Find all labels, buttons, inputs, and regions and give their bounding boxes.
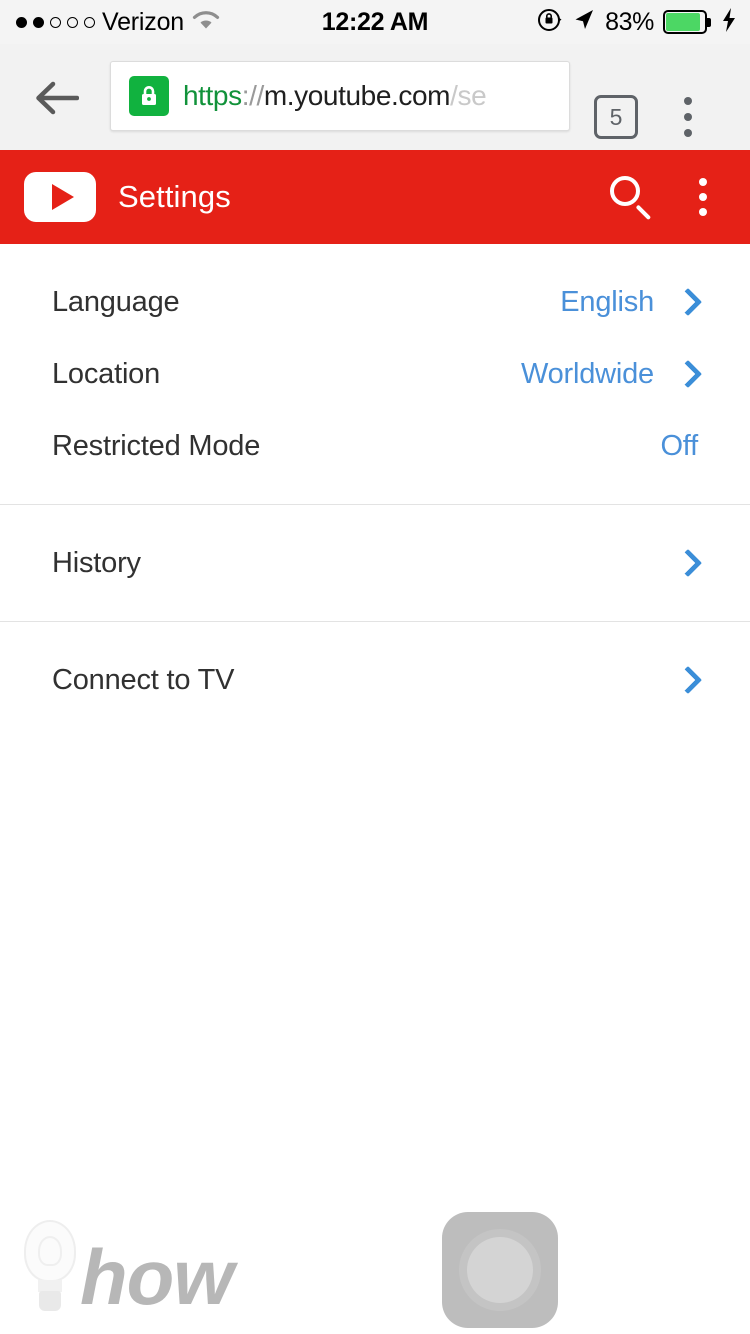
row-right [654, 665, 703, 695]
app-bar-actions [600, 168, 750, 226]
settings-row-language[interactable]: Language English [0, 266, 750, 338]
status-bar: Verizon 12:22 AM 83% [0, 0, 750, 44]
chevron-right-icon [673, 287, 703, 317]
youtube-play-logo[interactable] [24, 172, 96, 222]
phone-screen: Verizon 12:22 AM 83% https://m.youtube.c… [0, 0, 750, 1334]
settings-row-history[interactable]: History [0, 527, 750, 599]
browser-chrome: https://m.youtube.com/se 5 [0, 44, 750, 150]
settings-group-history: History [0, 505, 750, 621]
youtube-app-bar: Settings [0, 150, 750, 244]
chevron-right-icon [673, 665, 703, 695]
battery-percent-label: 83% [605, 7, 654, 36]
row-right: English [560, 285, 703, 319]
row-value: Off [660, 429, 698, 462]
status-bar-right: 83% [537, 0, 738, 44]
chevron-right-icon [673, 359, 703, 389]
assistive-touch-button[interactable] [442, 1212, 558, 1328]
browser-overflow-menu-icon[interactable] [666, 93, 710, 141]
settings-group-connect: Connect to TV [0, 622, 750, 738]
chevron-right-icon [673, 548, 703, 578]
url-host: m.youtube.com [263, 80, 451, 111]
settings-content: Language English Location Worldwide Rest… [0, 244, 750, 1334]
search-icon[interactable] [600, 168, 658, 226]
tab-count-button[interactable]: 5 [594, 95, 638, 139]
url-text: https://m.youtube.com/se [183, 80, 486, 112]
lock-icon [129, 76, 169, 116]
address-bar[interactable]: https://m.youtube.com/se [110, 61, 570, 131]
url-scheme: https [183, 80, 242, 111]
row-right [654, 548, 703, 578]
row-value: English [560, 285, 654, 318]
row-label: History [52, 546, 141, 579]
back-arrow-icon[interactable] [30, 72, 82, 124]
settings-row-restricted-mode[interactable]: Restricted Mode Off [0, 410, 750, 482]
rotation-lock-icon [537, 7, 563, 38]
row-right: Worldwide [520, 357, 703, 391]
row-label: Restricted Mode [52, 429, 261, 462]
row-label: Connect to TV [52, 663, 235, 696]
page-title: Settings [118, 179, 231, 214]
settings-group-preferences: Language English Location Worldwide Rest… [0, 244, 750, 504]
url-separator: :// [241, 80, 265, 111]
location-arrow-icon [572, 7, 596, 38]
app-overflow-menu-icon[interactable] [674, 168, 732, 226]
row-label: Language [52, 285, 180, 318]
row-label: Location [52, 357, 161, 390]
settings-row-location[interactable]: Location Worldwide [0, 338, 750, 410]
row-value: Worldwide [520, 357, 654, 390]
settings-row-connect-to-tv[interactable]: Connect to TV [0, 644, 750, 716]
battery-icon [663, 10, 711, 34]
url-path: /se [450, 80, 487, 111]
row-right: Off [660, 430, 698, 463]
lightning-bolt-icon [720, 7, 738, 38]
